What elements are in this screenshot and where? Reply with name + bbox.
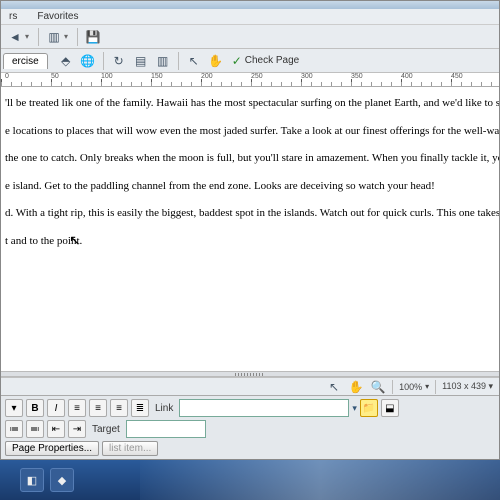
- preview-icon[interactable]: ▥: [153, 51, 173, 71]
- page-properties-button[interactable]: Page Properties...: [5, 441, 99, 456]
- refresh-icon[interactable]: ↻: [109, 51, 129, 71]
- taskbar[interactable]: ◧ ◆: [0, 460, 500, 500]
- link-input[interactable]: [179, 399, 349, 417]
- link-label: Link: [155, 403, 173, 414]
- main-toolbar: ◄ ▾ ▥ ▾ 💾: [1, 25, 499, 49]
- pointer-icon[interactable]: ↖: [184, 51, 204, 71]
- chevron-down-icon[interactable]: ▾: [25, 32, 33, 41]
- list-ul-button[interactable]: ≔: [5, 420, 23, 438]
- horizontal-ruler: 0 50 100 150 200 250 300 350 400 450: [1, 73, 499, 87]
- taskbar-background: [140, 460, 500, 500]
- hand-icon[interactable]: ✋: [206, 51, 226, 71]
- chevron-down-icon[interactable]: ▾: [425, 382, 429, 391]
- separator: [435, 380, 436, 394]
- secondary-toolbar: ercise ⬘ 🌐 ↻ ▤ ▥ ↖ ✋ ✓ Check Page: [1, 49, 499, 73]
- back-button[interactable]: ◄: [5, 27, 25, 47]
- page-icon[interactable]: ▤: [131, 51, 151, 71]
- tool-icon[interactable]: ⬘: [56, 51, 76, 71]
- link-chain-icon[interactable]: ⬓: [381, 399, 399, 417]
- bold-button[interactable]: B: [26, 399, 44, 417]
- canvas-dimensions[interactable]: 1103 x 439 ▾: [442, 381, 493, 392]
- link-folder-icon[interactable]: 📁: [360, 399, 378, 417]
- check-page-button[interactable]: ✓ Check Page: [228, 54, 304, 68]
- body-text: e locations to places that will wow even…: [5, 123, 495, 141]
- globe-icon[interactable]: 🌐: [78, 51, 98, 71]
- separator: [178, 52, 179, 70]
- outdent-button[interactable]: ⇤: [47, 420, 65, 438]
- body-text: e island. Get to the paddling channel fr…: [5, 178, 495, 196]
- chevron-down-icon[interactable]: ▾: [64, 32, 72, 41]
- menu-favorites[interactable]: Favorites: [33, 10, 82, 23]
- separator: [392, 380, 393, 394]
- pointer-tool-icon[interactable]: ↖: [326, 380, 342, 394]
- mouse-cursor-icon: ↖: [69, 231, 81, 253]
- target-input[interactable]: [126, 420, 206, 438]
- body-text: the one to catch. Only breaks when the m…: [5, 150, 495, 168]
- target-label: Target: [92, 424, 120, 435]
- window-titlebar: [1, 1, 499, 9]
- document-icon[interactable]: ▥: [44, 27, 64, 47]
- zoom-level[interactable]: 100%: [399, 382, 422, 392]
- list-item-button: list item...: [102, 441, 158, 456]
- file-tab[interactable]: ercise: [3, 53, 48, 69]
- zoom-tool-icon[interactable]: 🔍: [370, 380, 386, 394]
- align-justify-button[interactable]: ≣: [131, 399, 149, 417]
- separator: [103, 52, 104, 70]
- separator: [38, 28, 39, 46]
- align-left-button[interactable]: ≡: [68, 399, 86, 417]
- format-dropdown[interactable]: ▾: [5, 399, 23, 417]
- hand-tool-icon[interactable]: ✋: [348, 380, 364, 394]
- body-text: d. With a tight rip, this is easily the …: [5, 205, 495, 223]
- properties-panel: ▾ B I ≡ ≡ ≡ ≣ Link ▾ 📁 ⬓ ≔ ≕ ⇤ ⇥ Target …: [1, 395, 499, 459]
- chevron-down-icon[interactable]: ▾: [352, 403, 357, 414]
- body-text: 'll be treated lik one of the family. Ha…: [5, 95, 495, 113]
- check-page-label: Check Page: [245, 55, 299, 66]
- align-right-button[interactable]: ≡: [110, 399, 128, 417]
- align-center-button[interactable]: ≡: [89, 399, 107, 417]
- separator: [77, 28, 78, 46]
- checkmark-icon: ✓: [232, 54, 242, 68]
- italic-button[interactable]: I: [47, 399, 65, 417]
- document-area[interactable]: 'll be treated lik one of the family. Ha…: [1, 87, 499, 371]
- taskbar-item[interactable]: ◧: [20, 468, 44, 492]
- status-bar: ↖ ✋ 🔍 100% ▾ 1103 x 439 ▾: [1, 377, 499, 395]
- list-ol-button[interactable]: ≕: [26, 420, 44, 438]
- menu-item[interactable]: rs: [5, 10, 21, 23]
- menubar[interactable]: rs Favorites: [1, 9, 499, 25]
- taskbar-item[interactable]: ◆: [50, 468, 74, 492]
- save-icon[interactable]: 💾: [83, 27, 103, 47]
- indent-button[interactable]: ⇥: [68, 420, 86, 438]
